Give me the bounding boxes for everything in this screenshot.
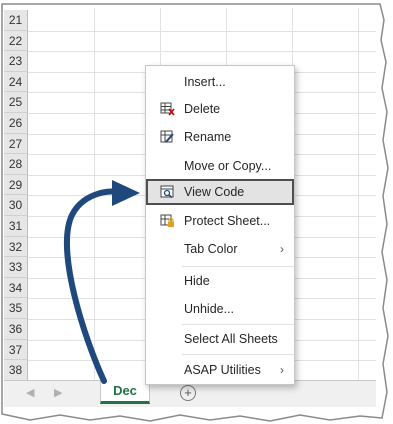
menu-item-hide[interactable]: Hide: [146, 268, 294, 294]
tab-scroll-right-icon[interactable]: ▶: [54, 386, 62, 399]
row-header[interactable]: 24: [4, 71, 28, 93]
menu-item-label: Rename: [184, 130, 232, 144]
menu-item-rename[interactable]: Rename: [146, 124, 294, 150]
row-header[interactable]: 34: [4, 277, 28, 299]
menu-separator: [182, 354, 294, 355]
menu-item-asap-utilities[interactable]: ASAP Utilities ›: [146, 357, 294, 383]
tab-scroll-left-icon[interactable]: ◀: [26, 386, 34, 399]
row-header[interactable]: 35: [4, 298, 28, 319]
menu-item-label: Insert...: [184, 75, 226, 89]
row-header[interactable]: 21: [4, 10, 28, 31]
menu-item-label: Unhide...: [184, 302, 235, 316]
row-header[interactable]: 29: [4, 174, 28, 196]
view-code-icon: [160, 185, 174, 199]
rename-sheet-icon: [160, 130, 174, 143]
row-header[interactable]: 36: [4, 319, 28, 340]
row-header[interactable]: 32: [4, 236, 28, 258]
row-header[interactable]: 27: [4, 133, 28, 155]
row-header[interactable]: 33: [4, 257, 28, 278]
menu-item-label: Tab Color: [184, 242, 238, 256]
row-header[interactable]: 31: [4, 216, 28, 237]
row-header[interactable]: 22: [4, 30, 28, 52]
menu-item-label: Delete: [184, 102, 221, 116]
row-header[interactable]: 26: [4, 113, 28, 134]
gridline-vertical: [358, 8, 359, 380]
menu-separator: [182, 324, 294, 325]
protect-sheet-icon: [160, 214, 174, 227]
new-sheet-icon[interactable]: +: [180, 385, 196, 401]
sheet-context-menu: Insert... Delete Rename Move or Copy... …: [145, 65, 295, 385]
menu-item-label: Select All Sheets: [184, 332, 278, 346]
submenu-arrow-icon: ›: [280, 242, 284, 256]
submenu-arrow-icon: ›: [280, 363, 284, 377]
menu-item-protect-sheet[interactable]: Protect Sheet...: [146, 208, 294, 234]
menu-item-label: ASAP Utilities: [184, 363, 261, 377]
delete-sheet-icon: [160, 102, 175, 116]
row-header[interactable]: 37: [4, 339, 28, 361]
row-header[interactable]: 25: [4, 92, 28, 113]
menu-separator: [182, 266, 294, 267]
gridline-vertical: [94, 8, 95, 380]
menu-item-unhide[interactable]: Unhide...: [146, 296, 294, 322]
menu-item-label: Move or Copy...: [184, 159, 272, 173]
row-header[interactable]: 30: [4, 195, 28, 216]
menu-item-delete[interactable]: Delete: [146, 96, 294, 122]
sheet-tab-dec[interactable]: Dec: [100, 380, 150, 404]
menu-item-move-or-copy[interactable]: Move or Copy...: [146, 153, 294, 179]
menu-item-tab-color[interactable]: Tab Color ›: [146, 236, 294, 262]
menu-item-insert[interactable]: Insert...: [146, 69, 294, 95]
menu-item-label: Hide: [184, 274, 210, 288]
row-header[interactable]: 28: [4, 154, 28, 175]
menu-item-label: View Code: [184, 185, 245, 199]
row-header[interactable]: 38: [4, 360, 28, 380]
menu-item-label: Protect Sheet...: [184, 214, 271, 228]
menu-item-view-code[interactable]: View Code: [146, 179, 294, 205]
menu-item-select-all-sheets[interactable]: Select All Sheets: [146, 326, 294, 352]
row-header[interactable]: 23: [4, 51, 28, 72]
gridline-horizontal: [28, 30, 376, 32]
gridline-horizontal: [28, 51, 376, 53]
